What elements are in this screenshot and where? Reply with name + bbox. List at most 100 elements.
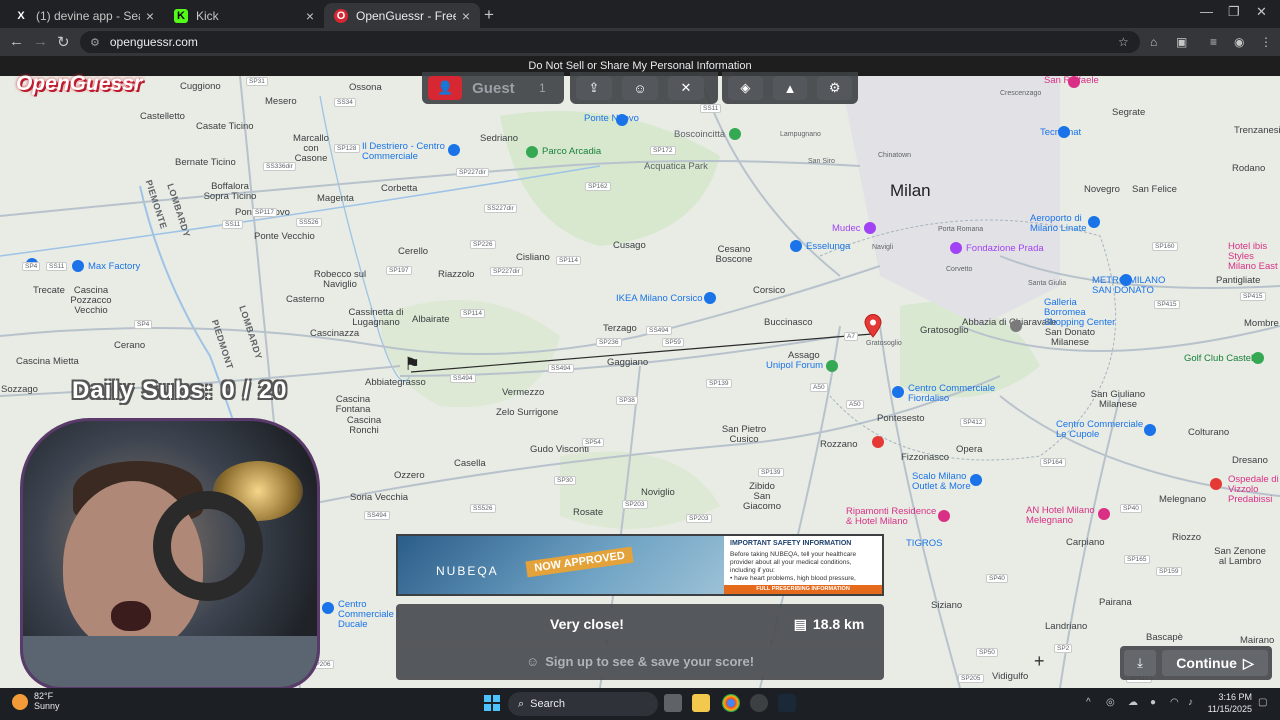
poi-label[interactable]: Boscoincittà — [674, 130, 725, 140]
shopping-icon[interactable] — [1120, 274, 1132, 286]
media-icon[interactable]: ≡ — [1210, 35, 1217, 49]
park-icon[interactable] — [729, 128, 741, 140]
bookmark-star-icon[interactable]: ☆ — [1118, 35, 1129, 49]
site-info-icon[interactable]: ⚙ — [90, 36, 100, 49]
close-icon[interactable]: × — [146, 8, 154, 24]
poi-label[interactable]: Ospedale di Vizzolo Predabissi — [1228, 475, 1280, 505]
poi-label[interactable]: Hotel ibis Styles Milano East — [1228, 242, 1278, 272]
airport-icon[interactable] — [1088, 216, 1100, 228]
museum-icon[interactable] — [864, 222, 876, 234]
reload-icon[interactable]: ↻ — [57, 33, 70, 51]
tray-app-icon[interactable]: ◎ — [1106, 697, 1115, 708]
tray-cloud-icon[interactable]: ☁ — [1128, 697, 1138, 708]
shopping-icon[interactable] — [1058, 126, 1070, 138]
multiplayer-icon[interactable]: ☺ — [622, 76, 658, 100]
forward-icon[interactable]: → — [33, 33, 48, 50]
back-icon[interactable]: ← — [9, 33, 24, 50]
golf-icon[interactable] — [1252, 352, 1264, 364]
hospital-icon[interactable] — [1068, 76, 1080, 88]
shopping-icon[interactable] — [1144, 424, 1156, 436]
continue-button[interactable]: Continue ▷ — [1162, 650, 1268, 676]
signup-button[interactable]: ☺ Sign up to see & save your score! — [400, 646, 880, 676]
address-bar[interactable]: ⚙ openguessr.com — [80, 31, 1140, 53]
poi-label[interactable]: Golf Club Castello — [1184, 354, 1261, 364]
poi-label[interactable]: IKEA Milano Corsico — [616, 294, 703, 304]
poi-label[interactable]: METRO MILANO SAN DONATO — [1092, 276, 1174, 296]
poi-label[interactable]: Unipol Forum — [766, 361, 823, 371]
tab-kick[interactable]: K Kick × — [164, 3, 324, 28]
poi-label[interactable]: Centro Commerciale Le Cupole — [1056, 420, 1146, 440]
poi-label[interactable]: Fondazione Prada — [966, 244, 1044, 254]
download-icon[interactable]: ⤓ — [1124, 650, 1156, 676]
poi-label[interactable]: TIGROS — [906, 539, 942, 549]
obs-icon[interactable] — [750, 694, 768, 712]
weather-widget[interactable]: 82°F Sunny — [12, 691, 60, 712]
shopping-icon[interactable] — [790, 240, 802, 252]
tray-mic-icon[interactable]: ● — [1150, 697, 1156, 708]
restore-icon[interactable]: ❐ — [1228, 4, 1240, 20]
close-icon[interactable]: × — [462, 8, 470, 24]
openguessr-logo[interactable]: OpenGuessr — [16, 72, 142, 96]
ad-image[interactable]: NUBEQA NOW APPROVED — [398, 536, 724, 594]
poi-label[interactable]: Ripamonti Residence & Hotel Milano — [846, 507, 940, 527]
shopping-icon[interactable] — [72, 260, 84, 272]
hospital-icon[interactable] — [1210, 478, 1222, 490]
hotel-icon[interactable] — [938, 510, 950, 522]
hotel-icon[interactable] — [1098, 508, 1110, 520]
poi-label[interactable]: Esselunga — [806, 242, 850, 252]
museum-icon[interactable] — [950, 242, 962, 254]
park-icon[interactable] — [526, 146, 538, 158]
poi-label[interactable]: Parco Arcadia — [542, 147, 601, 157]
poi-label[interactable]: Aeroporto di Milano Linate — [1030, 214, 1090, 234]
windows-start-icon[interactable] — [484, 695, 500, 711]
profile-icon[interactable]: ◉ — [1234, 35, 1244, 49]
abbey-icon[interactable] — [1010, 320, 1022, 332]
poi-label[interactable]: Acquatica Park — [644, 162, 708, 172]
upload-icon[interactable]: ⇪ — [576, 76, 612, 100]
poi-label[interactable]: Max Factory — [88, 262, 140, 272]
poi-label[interactable]: Mudec — [832, 224, 861, 234]
shopping-icon[interactable] — [970, 474, 982, 486]
tab-openguessr[interactable]: O OpenGuessr - Free GeoGuessr Alternativ… — [324, 3, 480, 28]
add-player-button[interactable]: 👤 — [428, 76, 463, 100]
guess-pin-icon[interactable] — [864, 314, 882, 338]
new-tab-button[interactable]: + — [484, 5, 494, 25]
layers-icon[interactable]: ◈ — [728, 76, 763, 100]
poi-label[interactable]: Scalo Milano Outlet & More — [912, 472, 978, 492]
shopping-icon[interactable] — [322, 602, 334, 614]
minimize-icon[interactable]: — — [1200, 4, 1213, 19]
volume-icon[interactable]: ♪ — [1188, 697, 1193, 708]
tray-chevron-icon[interactable]: ^ — [1086, 697, 1091, 708]
wifi-icon[interactable]: ◠ — [1170, 697, 1179, 708]
cast-icon[interactable]: ▣ — [1176, 35, 1187, 49]
poi-label[interactable]: Il Destriero - Centro Commerciale — [362, 142, 452, 162]
shopping-icon[interactable] — [616, 114, 628, 126]
hospital-icon[interactable] — [872, 436, 884, 448]
extension-icon[interactable]: ⌂ — [1150, 35, 1157, 49]
settings-gear-icon[interactable]: ⚙ — [817, 76, 853, 100]
ad-safety-info[interactable]: IMPORTANT SAFETY INFORMATION Before taki… — [724, 536, 882, 594]
tab-x[interactable]: X (1) devine app - Search / X × — [4, 3, 164, 28]
taskbar-search[interactable]: ⌕ Search — [508, 692, 658, 716]
menu-icon[interactable]: ⋮ — [1260, 35, 1272, 49]
stadium-icon[interactable] — [826, 360, 838, 372]
poi-label[interactable]: Ponte Nuovo — [584, 114, 639, 124]
chrome-icon[interactable] — [722, 694, 740, 712]
ad-footer[interactable]: FULL PRESCRIBING INFORMATION — [724, 585, 882, 594]
task-view-icon[interactable] — [664, 694, 682, 712]
shopping-icon[interactable] — [892, 386, 904, 398]
poi-label[interactable]: Centro Commerciale Fiordaliso — [908, 384, 998, 404]
file-explorer-icon[interactable] — [692, 694, 710, 712]
notification-icon[interactable]: ▢ — [1258, 697, 1267, 708]
poi-label[interactable]: Galleria Borromea Shopping Center — [1044, 298, 1120, 328]
battle-icon[interactable]: ✕ — [668, 76, 704, 100]
education-icon[interactable]: ▲ — [772, 76, 808, 100]
steam-icon[interactable] — [778, 694, 796, 712]
close-icon[interactable]: × — [306, 8, 314, 24]
poi-label[interactable]: AN Hotel Milano Melegnano — [1026, 506, 1102, 526]
shopping-icon[interactable] — [448, 144, 460, 156]
advertisement[interactable]: NUBEQA NOW APPROVED IMPORTANT SAFETY INF… — [396, 534, 884, 596]
window-close-icon[interactable]: ✕ — [1256, 4, 1267, 20]
shopping-icon[interactable] — [704, 292, 716, 304]
system-clock[interactable]: 3:16 PM 11/15/2025 — [1204, 692, 1252, 715]
